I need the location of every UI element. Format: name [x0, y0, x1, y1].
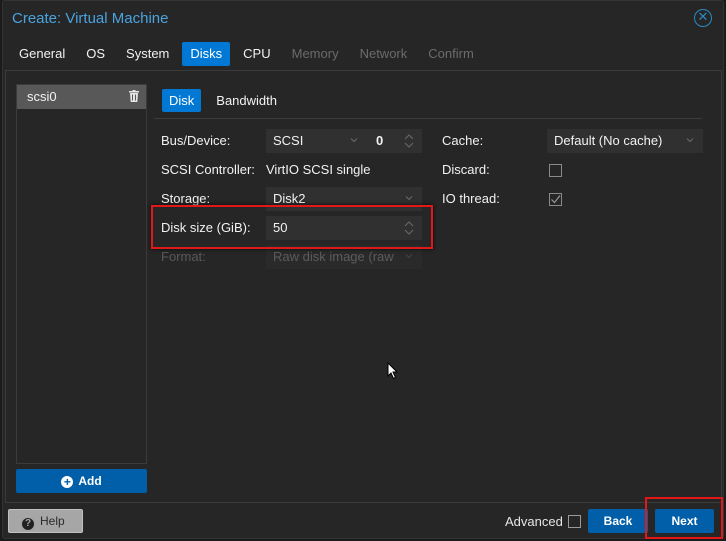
advanced-label: Advanced: [505, 514, 563, 529]
scsi-controller-label: SCSI Controller:: [161, 162, 255, 177]
disk-size-highlight: [151, 205, 433, 249]
create-vm-dialog: Create: Virtual Machine ✕ General OS Sys…: [2, 0, 724, 539]
plus-circle-icon: +: [61, 476, 74, 488]
storage-value: Disk2: [273, 191, 306, 206]
wizard-body: scsi0 + Add Disk Bandwidth Bus/Device: S…: [5, 70, 722, 503]
add-disk-button[interactable]: + Add: [16, 469, 147, 493]
discard-checkbox[interactable]: [549, 164, 562, 177]
help-button[interactable]: ? Help: [8, 509, 83, 533]
format-value: Raw disk image (raw: [273, 249, 394, 264]
tab-system[interactable]: System: [118, 42, 177, 66]
tab-disks[interactable]: Disks: [182, 42, 231, 66]
disk-list: scsi0: [16, 84, 147, 464]
subtab-divider: [154, 118, 702, 119]
bus-device-label: Bus/Device:: [161, 133, 231, 148]
add-label: Add: [78, 474, 102, 488]
question-circle-icon: ?: [22, 518, 34, 530]
chevron-down-icon: [350, 138, 358, 143]
tab-cpu[interactable]: CPU: [235, 42, 278, 66]
subtab-disk[interactable]: Disk: [162, 89, 202, 112]
dialog-title: Create: Virtual Machine: [12, 10, 169, 27]
disk-item-label: scsi0: [27, 89, 57, 104]
wizard-tabs: General OS System Disks CPU Memory Netwo…: [11, 42, 487, 66]
help-label: Help: [40, 514, 65, 528]
chevron-down-icon: [686, 138, 694, 143]
cache-label: Cache:: [442, 133, 484, 148]
io-thread-checkbox[interactable]: [549, 193, 562, 206]
device-index-spinner[interactable]: 0: [366, 129, 422, 153]
back-button[interactable]: Back: [588, 509, 648, 533]
cache-select[interactable]: Default (No cache): [547, 129, 703, 153]
checkmark-icon: [551, 195, 561, 204]
tab-memory: Memory: [291, 46, 339, 61]
close-icon[interactable]: ✕: [694, 9, 712, 27]
discard-label: Discard:: [442, 162, 490, 177]
bus-select[interactable]: SCSI: [266, 129, 366, 153]
tab-general[interactable]: General: [11, 42, 73, 66]
tab-os[interactable]: OS: [78, 42, 113, 66]
device-index-value: 0: [376, 133, 384, 148]
subtab-bandwidth[interactable]: Bandwidth: [209, 89, 284, 112]
chevron-down-icon: [405, 196, 413, 201]
mouse-cursor-icon: [387, 362, 399, 380]
trash-icon[interactable]: [129, 90, 139, 102]
chevron-down-icon: [405, 254, 413, 259]
disk-list-item[interactable]: scsi0: [17, 85, 146, 109]
io-thread-label: IO thread:: [442, 191, 500, 206]
tab-confirm: Confirm: [428, 46, 474, 61]
advanced-checkbox[interactable]: [568, 515, 581, 528]
bus-value: SCSI: [273, 133, 304, 148]
tab-network: Network: [359, 46, 408, 61]
cache-value: Default (No cache): [554, 133, 663, 148]
disk-subtabs: Disk Bandwidth: [162, 89, 292, 112]
spinner-icon[interactable]: [404, 133, 414, 149]
scsi-controller-value: VirtIO SCSI single: [266, 162, 371, 177]
next-button-highlight: [645, 497, 723, 539]
